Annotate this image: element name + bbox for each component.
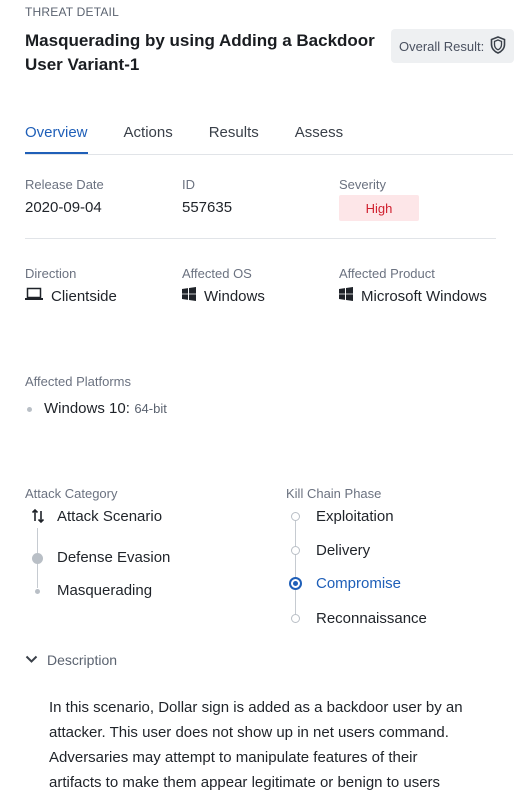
tab-bar: Overview Actions Results Assess <box>25 124 513 155</box>
attack-category-item: Attack Scenario <box>57 508 163 525</box>
affected-platforms-label: Affected Platforms <box>25 374 131 389</box>
affected-product-label: Affected Product <box>339 266 435 281</box>
description-label: Description <box>47 652 118 668</box>
platform-arch: 64-bit <box>134 401 167 416</box>
release-date-value: 2020-09-04 <box>25 199 102 216</box>
kill-chain-phase: Reconnaissance <box>316 610 427 627</box>
tab-actions[interactable]: Actions <box>124 124 173 154</box>
tree-node-icon <box>32 553 43 564</box>
id-label: ID <box>182 177 195 192</box>
bullet-icon <box>27 406 32 412</box>
severity-badge: High <box>339 195 419 221</box>
direction-value: Clientside <box>25 287 117 305</box>
section-label: THREAT DETAIL <box>25 5 119 19</box>
windows-icon <box>339 287 353 305</box>
chevron-down-icon <box>25 651 38 669</box>
kill-chain-phase: Delivery <box>316 542 371 559</box>
direction-text: Clientside <box>51 287 117 305</box>
affected-os-value: Windows <box>182 287 265 305</box>
phase-node-icon <box>291 614 300 623</box>
phase-node-icon <box>291 546 300 555</box>
divider <box>25 238 496 239</box>
phase-node-icon <box>291 512 300 521</box>
release-date-label: Release Date <box>25 177 104 192</box>
tab-assess[interactable]: Assess <box>295 124 343 154</box>
attack-category-label: Attack Category <box>25 486 118 501</box>
severity-label: Severity <box>339 177 386 192</box>
affected-os-label: Affected OS <box>182 266 252 281</box>
threat-title: Masquerading by using Adding a Backdoor … <box>25 31 375 74</box>
kill-chain-label: Kill Chain Phase <box>286 486 382 501</box>
overall-result[interactable]: Overall Result: <box>391 29 515 63</box>
tree-line <box>295 521 296 618</box>
phase-selected-icon <box>289 577 302 590</box>
attack-scenario-icon <box>31 508 45 529</box>
description-line: attacker. This user does not show up in … <box>49 724 449 741</box>
shield-icon <box>490 35 506 57</box>
affected-os-text: Windows <box>204 287 265 305</box>
tree-node-icon <box>35 589 40 594</box>
attack-category-item: Masquerading <box>57 582 153 599</box>
description-line: artifacts to make them appear legitimate… <box>49 774 441 791</box>
windows-icon <box>182 287 196 305</box>
description-line: Adversaries may attempt to manipulate fe… <box>49 749 418 766</box>
attack-category-item: Defense Evasion <box>57 549 171 566</box>
affected-product-value: Microsoft Windows <box>339 287 487 305</box>
kill-chain-phase: Exploitation <box>316 508 394 525</box>
id-value: 557635 <box>182 199 233 216</box>
laptop-icon <box>25 287 43 305</box>
description-text: In this scenario, Dollar sign is added a… <box>49 695 509 795</box>
tab-overview[interactable]: Overview <box>25 124 88 154</box>
affected-product-text: Microsoft Windows <box>361 287 487 305</box>
direction-label: Direction <box>25 266 77 281</box>
description-line: In this scenario, Dollar sign is added a… <box>49 699 463 716</box>
platform-item: Windows 10: 64-bit <box>27 400 167 418</box>
tab-results[interactable]: Results <box>209 124 259 154</box>
description-toggle[interactable]: Description <box>25 651 117 669</box>
kill-chain-phase-selected: Compromise <box>316 575 402 592</box>
overall-result-label: Overall Result: <box>399 38 485 54</box>
platform-name: Windows 10: <box>44 400 130 417</box>
